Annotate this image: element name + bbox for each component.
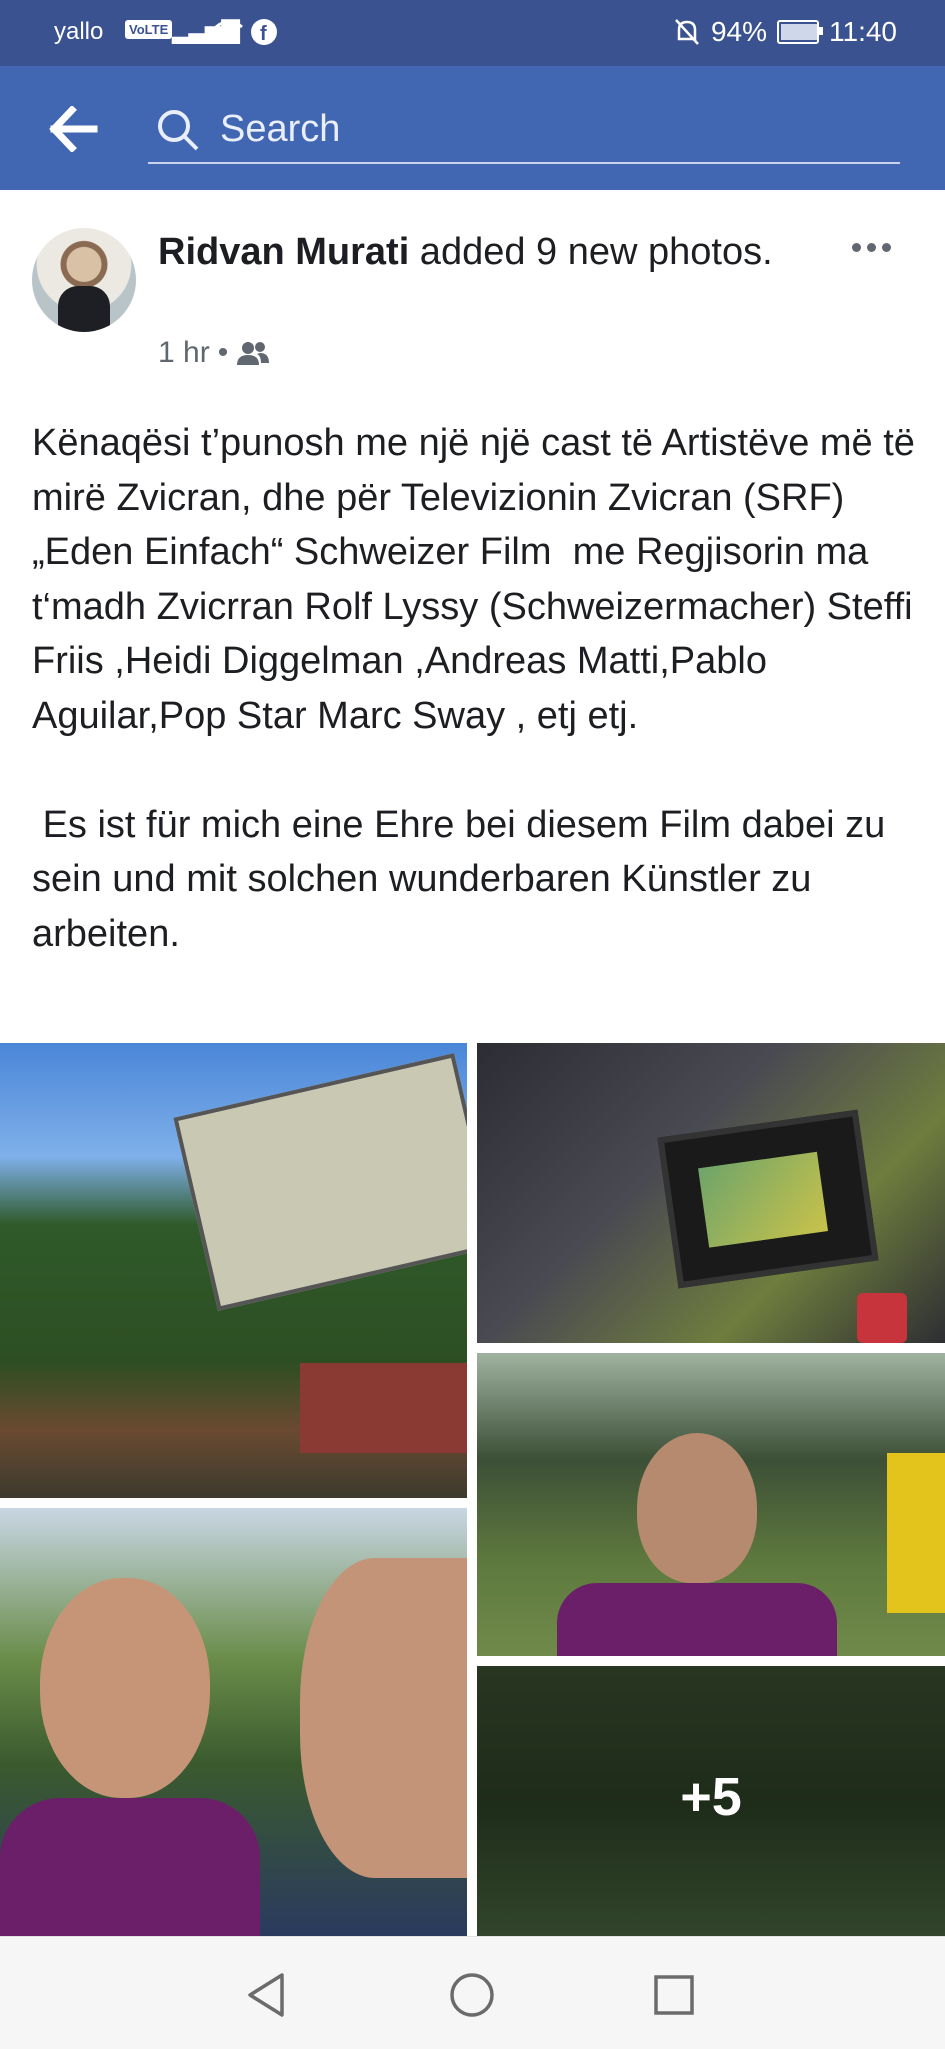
app-header: Search — [0, 66, 945, 190]
post-time[interactable]: 1 hr — [158, 336, 210, 370]
volte-badge: VoLTE — [125, 20, 173, 39]
carrier-name: yallo — [54, 18, 104, 45]
status-right: 94% 11:40 — [673, 16, 897, 48]
friends-icon[interactable] — [236, 340, 270, 366]
svg-text:f: f — [260, 23, 267, 45]
facebook-notification-icon: f — [251, 19, 277, 45]
status-bar: yallo VoLTE ▂▃▅▇ f 94% 11:40 — [0, 0, 945, 66]
clock: 11:40 — [829, 16, 897, 47]
photo-2[interactable] — [477, 1043, 945, 1343]
back-arrow-icon[interactable] — [48, 106, 98, 152]
system-nav-bar — [0, 1936, 945, 2049]
triangle-back-icon[interactable] — [240, 1967, 296, 2023]
photo-4[interactable] — [0, 1508, 467, 1936]
search-icon — [158, 110, 199, 151]
wifi-icon — [215, 20, 243, 44]
author-avatar[interactable] — [32, 228, 136, 332]
post-meta: 1 hr • — [158, 336, 270, 370]
photo-3[interactable] — [477, 1353, 945, 1656]
meta-separator: • — [217, 336, 229, 369]
post-action: added 9 new photos. — [409, 231, 773, 273]
post-text: Kënaqësi t’punosh me një një cast të Art… — [32, 416, 922, 961]
square-recent-icon[interactable] — [646, 1967, 702, 2023]
circle-home-icon[interactable] — [444, 1967, 500, 2023]
photo-5-more[interactable]: +5 — [477, 1666, 945, 1936]
search-placeholder: Search — [220, 108, 341, 150]
battery-percent: 94% — [710, 16, 767, 47]
search-input[interactable]: Search — [148, 96, 900, 164]
photo-1[interactable] — [0, 1043, 467, 1498]
more-photos-count: +5 — [680, 1767, 742, 1827]
mute-bell-icon — [675, 19, 699, 45]
post-header: Ridvan Murati added 9 new photos. — [158, 226, 858, 278]
battery-icon — [777, 20, 823, 44]
post-text-albanian: Kënaqësi t’punosh me një një cast të Art… — [32, 422, 926, 737]
post-text-german: Es ist für mich eine Ehre bei diesem Fil… — [32, 803, 896, 955]
author-name[interactable]: Ridvan Murati — [158, 231, 409, 273]
more-options-icon[interactable] — [852, 232, 898, 262]
